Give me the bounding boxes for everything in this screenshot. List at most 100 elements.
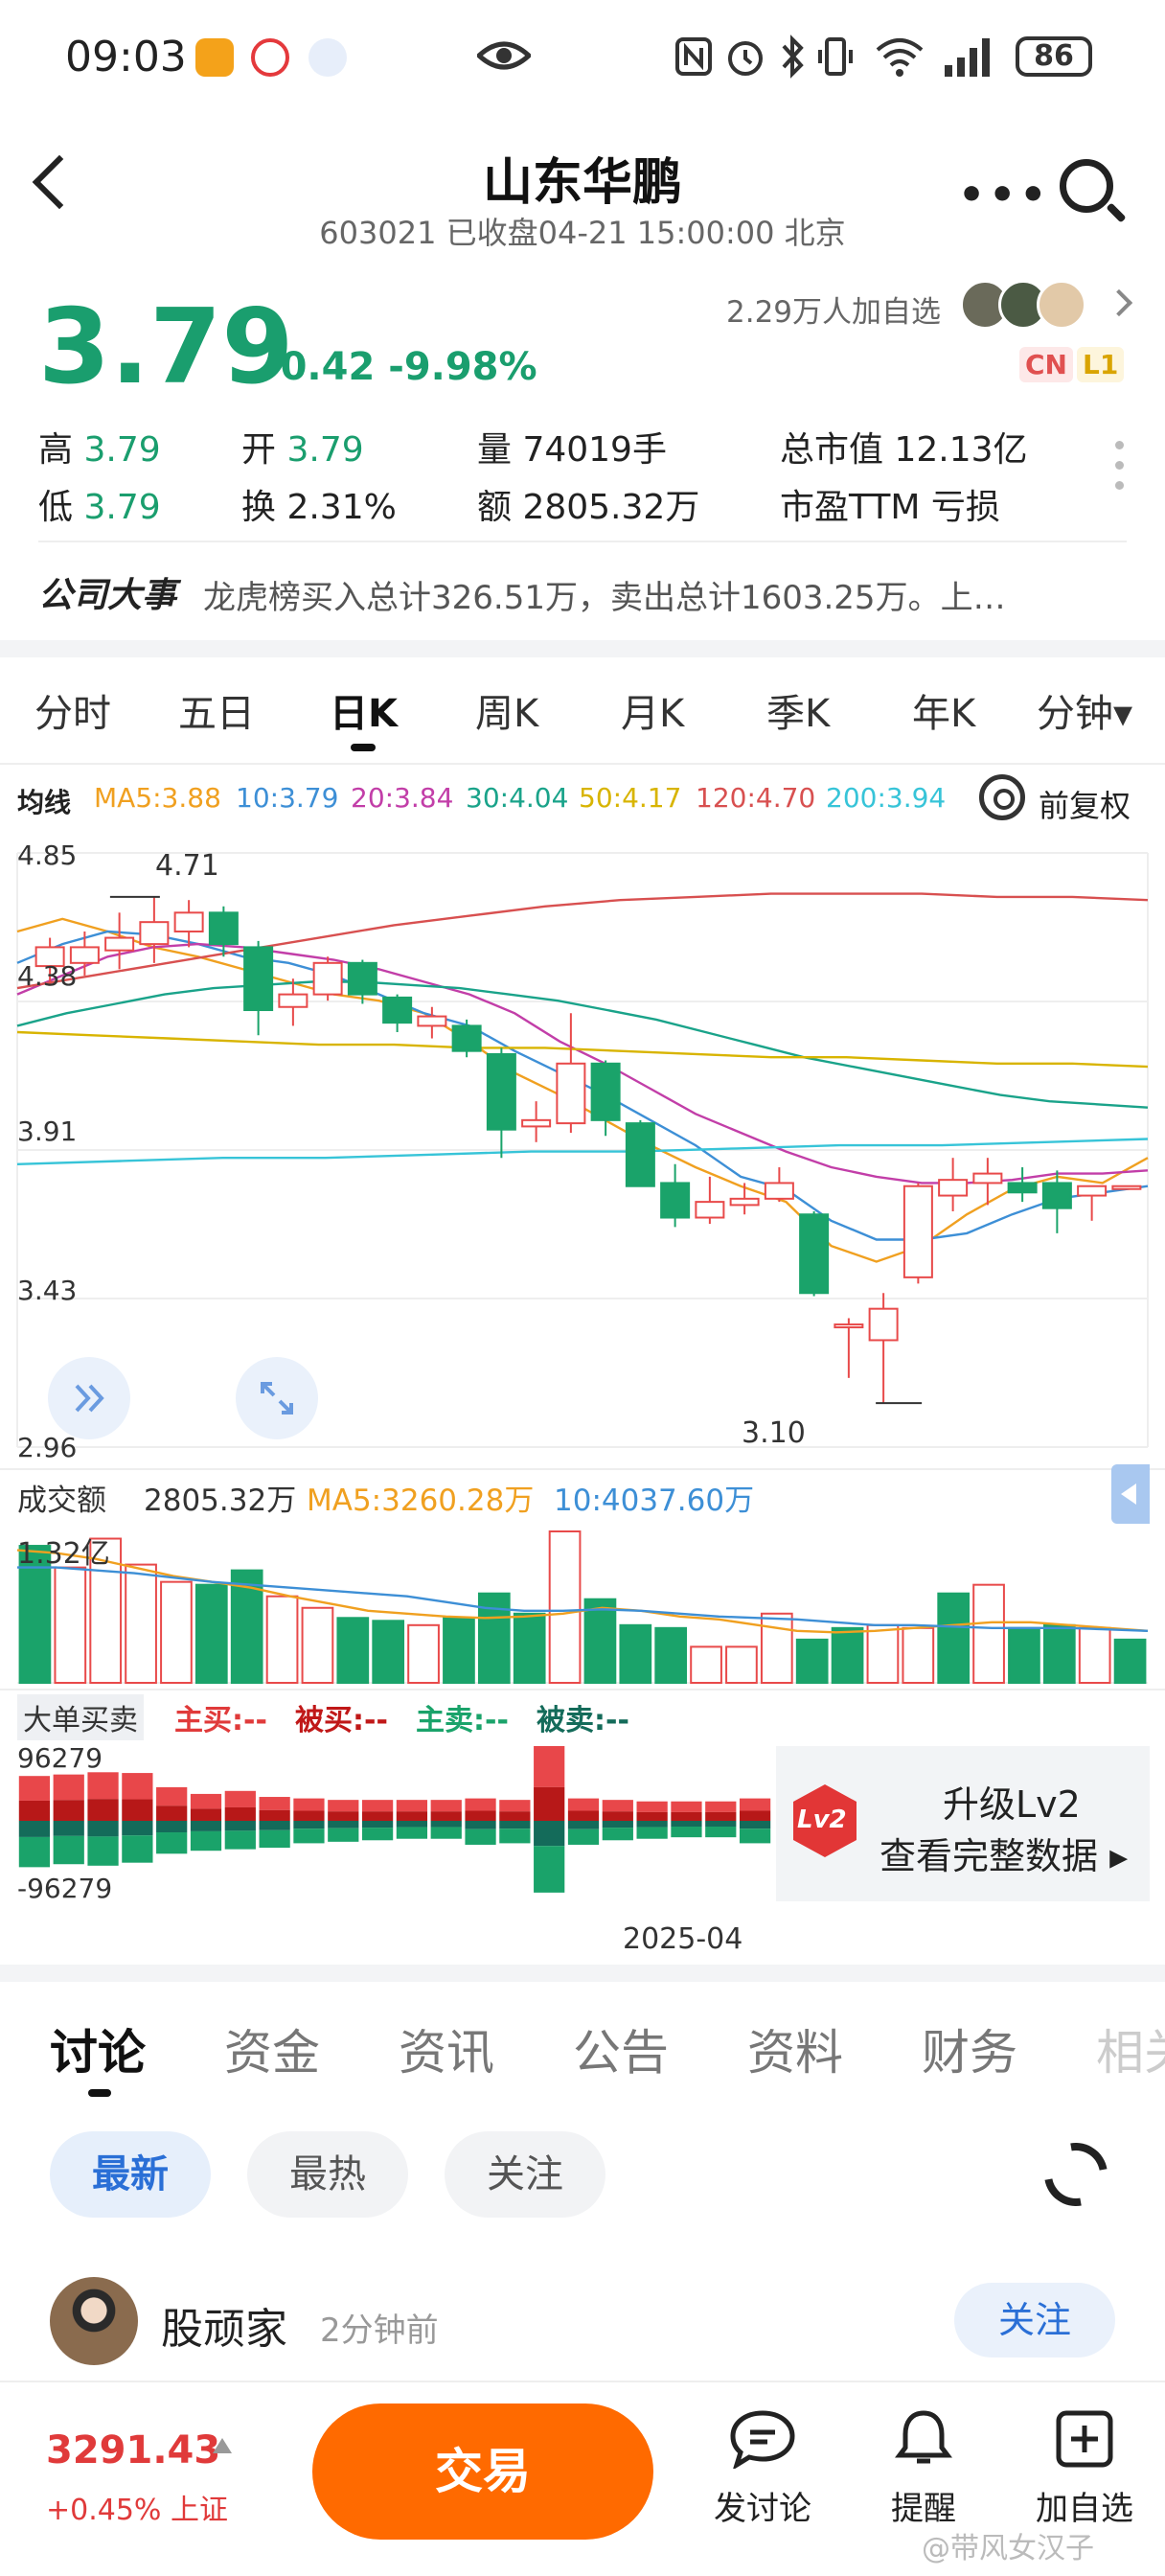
passive-buy-bar	[328, 1811, 359, 1821]
lv2-subtitle: 查看完整数据 ▸	[879, 1835, 1129, 1877]
post-username[interactable]: 股顽家	[161, 2294, 287, 2356]
filter-latest[interactable]: 最新	[50, 2131, 211, 2218]
candle	[347, 961, 377, 996]
tab-related[interactable]: 相关	[1096, 2014, 1165, 2083]
nav-post-discussion[interactable]: 发讨论	[696, 2409, 830, 2529]
news-ticker[interactable]: 龙虎榜买入总计326.51万，卖出总计1603.25万。上…	[203, 571, 1104, 618]
tab-weekly-k[interactable]: 周K	[475, 682, 538, 738]
tab-monthly-k[interactable]: 月K	[621, 682, 684, 738]
avatar[interactable]	[50, 2277, 138, 2365]
tab-profile[interactable]: 资料	[747, 2014, 843, 2083]
active-buy-bar	[567, 1798, 600, 1811]
tab-five-day[interactable]: 五日	[178, 682, 255, 738]
tab-discussion[interactable]: 讨论	[50, 2014, 146, 2083]
filter-following[interactable]: 关注	[445, 2131, 605, 2218]
expand-indicators-button[interactable]	[48, 1357, 130, 1439]
passive-sell-bar	[739, 1821, 771, 1829]
volume-bar	[760, 1612, 793, 1684]
volume-bar	[1042, 1623, 1076, 1684]
volume-bar	[866, 1623, 900, 1684]
ma10-value: 10:3.79	[236, 782, 339, 814]
active-buy-bar	[190, 1793, 222, 1809]
chat-bubble-icon	[730, 2410, 795, 2471]
signal-icon	[945, 38, 990, 77]
tab-intraday[interactable]: 分时	[34, 682, 111, 738]
index-value[interactable]: 3291.43	[46, 2428, 220, 2472]
section-divider	[0, 1965, 1165, 1982]
follower-avatars[interactable]	[960, 280, 1094, 332]
volume-bar	[548, 1530, 582, 1684]
legend-active-buy: 主买:--	[174, 1704, 267, 1737]
volume-chart[interactable]	[0, 1524, 1165, 1687]
stat-pe: 市盈TTM 亏损	[780, 488, 1000, 527]
active-buy-bar	[739, 1798, 771, 1811]
ma50-value: 50:4.17	[579, 782, 682, 814]
active-tab-indicator	[351, 744, 376, 751]
passive-sell-bar	[328, 1821, 359, 1828]
more-icon[interactable]: •••	[958, 171, 1050, 219]
nav-label: 发讨论	[714, 2490, 811, 2528]
forward-adjusted-label[interactable]: 前复权	[1039, 782, 1131, 826]
active-buy-bar	[602, 1800, 633, 1812]
wifi-icon	[876, 38, 924, 77]
active-buy-bar	[156, 1786, 188, 1806]
legend-passive-buy: 被买:--	[295, 1704, 388, 1737]
filter-hot[interactable]: 最热	[247, 2131, 408, 2218]
candle	[208, 911, 239, 946]
follow-button[interactable]: 关注	[954, 2283, 1115, 2358]
search-icon[interactable]	[1060, 159, 1113, 213]
tab-daily-k[interactable]: 日K	[330, 682, 398, 738]
candlestick-chart[interactable]	[0, 824, 1165, 1476]
nav-alert[interactable]: 提醒	[857, 2409, 991, 2529]
passive-sell-bar	[636, 1821, 668, 1828]
collapse-panel-button[interactable]	[1111, 1464, 1150, 1524]
volume-bar	[725, 1645, 758, 1684]
trade-button[interactable]: 交易	[312, 2404, 653, 2540]
candle	[521, 1118, 552, 1128]
adjust-settings-icon[interactable]	[979, 774, 1025, 820]
stat-label: 低	[38, 488, 74, 527]
tab-funds[interactable]: 资金	[224, 2014, 320, 2083]
y-tick-label: 3.43	[17, 1275, 78, 1306]
news-label: 公司大事	[38, 576, 177, 615]
tab-announcements[interactable]: 公告	[573, 2014, 669, 2083]
followers-count[interactable]: 2.29万人加自选	[726, 288, 941, 331]
active-sell-bar	[190, 1830, 222, 1852]
fullscreen-button[interactable]	[236, 1357, 318, 1439]
candle	[1111, 1184, 1142, 1190]
volume-bar	[795, 1638, 829, 1684]
lv2-title: 升级Lv2	[943, 1783, 1081, 1826]
ma5-value: MA5:3.88	[94, 782, 221, 814]
app-notification-icon	[195, 38, 234, 77]
active-sell-bar	[465, 1828, 496, 1845]
tab-financials[interactable]: 财务	[922, 2014, 1017, 2083]
tab-quarterly-k[interactable]: 季K	[766, 682, 830, 738]
double-chevron-icon	[75, 1384, 104, 1413]
divider	[0, 1468, 1165, 1470]
refresh-icon[interactable]	[1032, 2130, 1120, 2219]
nav-add-watchlist[interactable]: 加自选	[1017, 2409, 1152, 2529]
active-sell-bar	[636, 1827, 668, 1839]
chevron-right-icon[interactable]	[1105, 288, 1133, 317]
upgrade-lv2-banner[interactable]: Lv2 升级Lv2 查看完整数据 ▸	[776, 1746, 1150, 1901]
active-buy-bar	[259, 1797, 290, 1810]
volume-bar	[1008, 1626, 1040, 1684]
tab-minute[interactable]: 分钟▾	[1037, 682, 1132, 738]
nav-label: 提醒	[891, 2490, 956, 2528]
volume-bar	[372, 1620, 405, 1684]
candle	[486, 1052, 516, 1131]
candle	[902, 1184, 933, 1278]
active-buy-bar	[224, 1790, 256, 1807]
stat-turnover: 换 2.31%	[241, 488, 397, 527]
index-change[interactable]: +0.45% 上证	[46, 2486, 228, 2528]
big-order-label: 大单买卖	[17, 1694, 144, 1740]
passive-sell-bar	[87, 1821, 119, 1837]
volume-bar	[937, 1592, 971, 1684]
passive-sell-bar	[190, 1821, 222, 1831]
tab-news[interactable]: 资讯	[399, 2014, 494, 2083]
candle	[1007, 1182, 1038, 1194]
tab-yearly-k[interactable]: 年K	[912, 682, 975, 738]
bluetooth-icon	[782, 34, 804, 79]
more-stats-icon[interactable]	[1115, 441, 1125, 501]
passive-buy-bar	[602, 1811, 633, 1821]
